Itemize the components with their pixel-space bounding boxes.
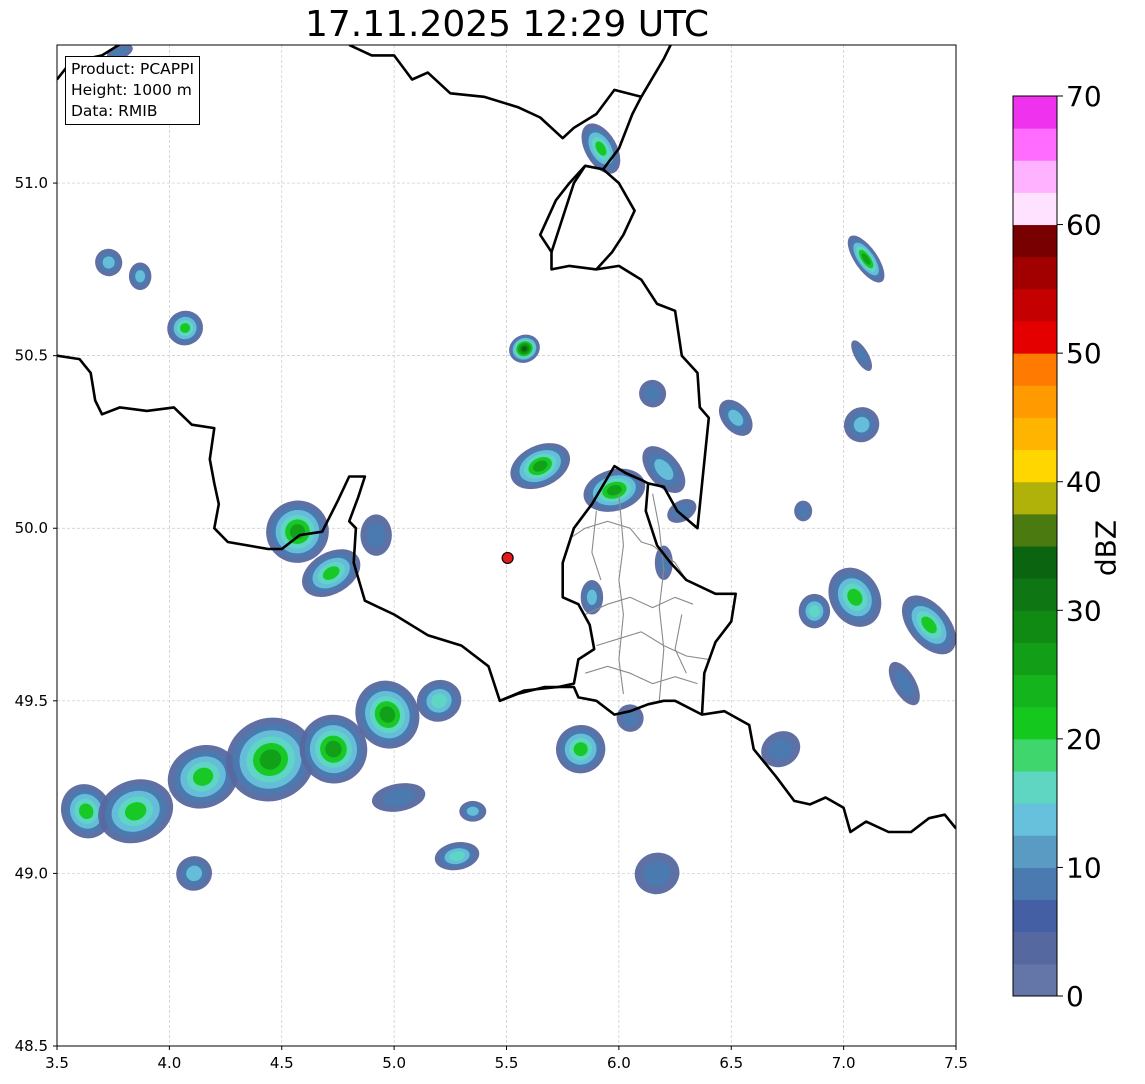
x-tick-label: 5.0 — [382, 1054, 406, 1072]
echo-contour — [135, 270, 146, 283]
colorbar-segment — [1013, 96, 1057, 129]
colorbar-segment — [1013, 513, 1057, 547]
colorbar-segment — [1013, 224, 1057, 258]
colorbar-segment — [1013, 321, 1057, 354]
colorbar-tick-label: 70 — [1066, 80, 1102, 113]
colorbar-segment — [1013, 578, 1057, 611]
x-tick-label: 4.0 — [157, 1054, 181, 1072]
product-line: Product: PCAPPI — [71, 60, 195, 78]
colorbar-label: dBZ — [1089, 519, 1123, 577]
colorbar-segment — [1013, 449, 1057, 483]
colorbar-segment — [1013, 417, 1057, 451]
echo-east-cell-5 — [794, 500, 813, 522]
colorbar-segment — [1013, 128, 1057, 161]
echo-contour — [797, 504, 809, 518]
echo-contour — [808, 605, 820, 618]
echo-contour — [586, 589, 597, 605]
echo-band-tail-2 — [459, 800, 487, 822]
colorbar-tick-label: 30 — [1066, 594, 1102, 627]
colorbar-segment — [1013, 256, 1057, 290]
colorbar-segment — [1013, 835, 1057, 868]
colorbar-tick-label: 50 — [1066, 337, 1102, 370]
colorbar-segment — [1013, 963, 1057, 997]
y-tick-label: 49.0 — [15, 864, 48, 882]
x-tick-label: 6.0 — [607, 1054, 631, 1072]
colorbar-segment — [1013, 610, 1057, 643]
colorbar-segment — [1013, 738, 1057, 772]
colorbar-segment — [1013, 803, 1057, 836]
colorbar-segment — [1013, 160, 1057, 193]
colorbar-segment — [1013, 192, 1057, 226]
data-source-line: Data: RMIB — [71, 102, 158, 120]
echo-contour — [366, 522, 386, 548]
y-tick-label: 51.0 — [15, 174, 48, 192]
echo-east-cell-4 — [798, 593, 831, 629]
colorbar-segment — [1013, 353, 1057, 386]
height-line: Height: 1000 m — [71, 81, 192, 99]
colorbar-segment — [1013, 771, 1057, 804]
echo-nw-cell-2 — [128, 262, 152, 291]
x-tick-label: 7.5 — [944, 1054, 968, 1072]
x-tick-label: 4.5 — [270, 1054, 294, 1072]
echo-contour — [466, 806, 479, 816]
product-info-box: Product: PCAPPI Height: 1000 m Data: RMI… — [65, 56, 201, 125]
colorbar-segment — [1013, 674, 1057, 708]
colorbar-segment — [1013, 385, 1057, 418]
x-tick-label: 3.5 — [45, 1054, 69, 1072]
colorbar-tick-label: 0 — [1066, 980, 1084, 1013]
radar-map: 3.5 4.0 4.5 5.0 5.5 6.0 6.5 7.0 7.5 48.5 49.0 49.5… — [15, 44, 1102, 1072]
radar-site-marker — [501, 551, 514, 565]
y-tick-label: 50.5 — [15, 347, 48, 365]
colorbar-tick-label: 20 — [1066, 723, 1102, 756]
x-axis-ticks: 3.5 4.0 4.5 5.0 5.5 6.0 6.5 7.0 7.5 — [45, 1046, 968, 1072]
y-tick-label: 49.5 — [15, 692, 48, 710]
radar-site-dot — [501, 551, 514, 565]
colorbar-segment — [1013, 899, 1057, 933]
colorbar-tick-label: 40 — [1066, 466, 1102, 499]
colorbar-segment — [1013, 546, 1057, 579]
colorbar-segment — [1013, 288, 1057, 322]
echo-lux-west-cell — [580, 580, 604, 615]
colorbar-tick-label: 10 — [1066, 851, 1102, 884]
colorbar-tick-label: 60 — [1066, 209, 1102, 242]
y-axis-ticks: 48.5 49.0 49.5 50.0 50.5 51.0 — [15, 174, 57, 1055]
y-tick-label: 50.0 — [15, 519, 48, 537]
x-tick-label: 6.5 — [719, 1054, 743, 1072]
colorbar-segment — [1013, 642, 1057, 676]
colorbar-segment — [1013, 481, 1057, 515]
y-tick-label: 48.5 — [15, 1037, 48, 1055]
x-tick-label: 7.0 — [832, 1054, 856, 1072]
echo-semois-cell-3 — [360, 514, 392, 556]
colorbar-segment — [1013, 867, 1057, 901]
colorbar: 0 10 20 30 40 50 60 70 — [1012, 80, 1102, 1013]
x-tick-label: 5.5 — [495, 1054, 519, 1072]
colorbar-segment — [1013, 706, 1057, 740]
colorbar-segment — [1013, 931, 1057, 965]
